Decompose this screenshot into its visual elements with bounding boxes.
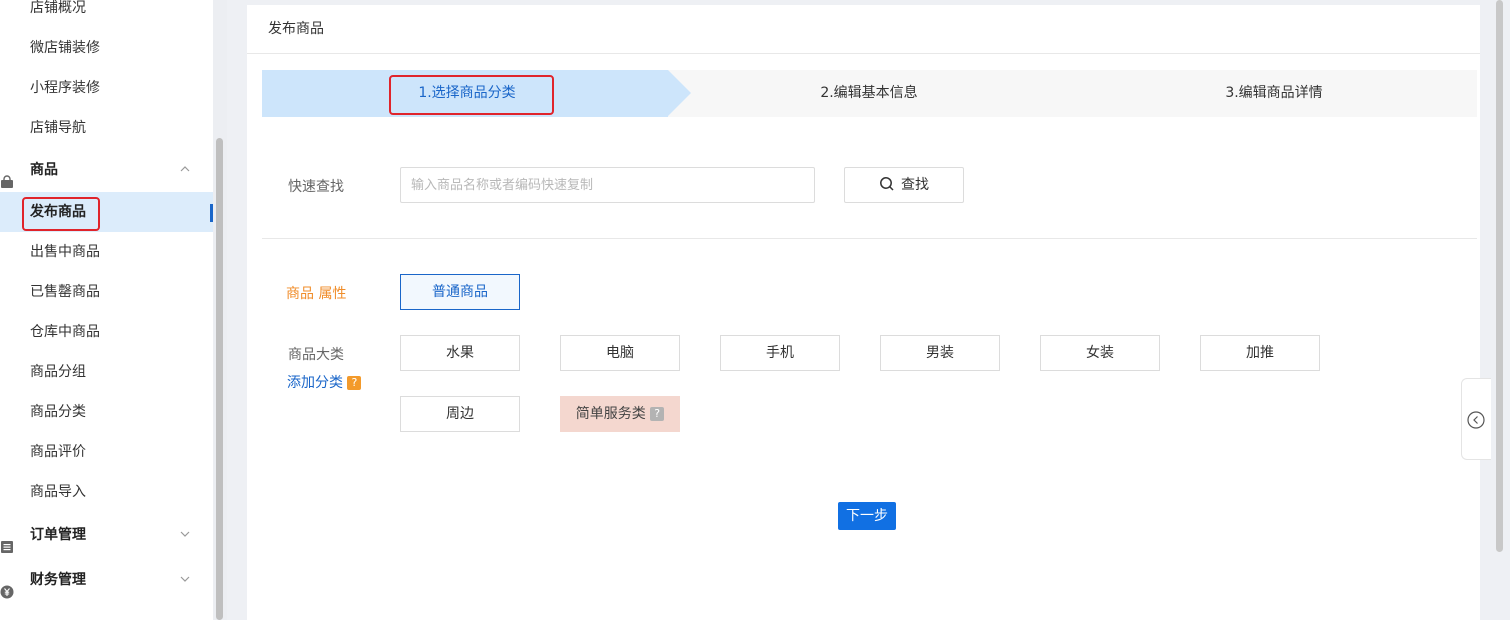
attribute-option-normal-goods[interactable]: 普通商品 bbox=[400, 274, 520, 310]
sidebar-item-goods-group[interactable]: 商品分组 bbox=[0, 352, 213, 392]
yuan-coin-icon bbox=[0, 573, 14, 599]
category-option-computer[interactable]: 电脑 bbox=[560, 335, 680, 371]
sidebar-item-miniapp-decor[interactable]: 小程序装修 bbox=[0, 68, 213, 108]
category-option-simple-service[interactable]: 简单服务类 ? bbox=[560, 396, 680, 432]
search-icon bbox=[880, 177, 894, 191]
main-scrollbar[interactable] bbox=[1496, 0, 1503, 552]
sidebar-group-label: 商品 bbox=[30, 162, 58, 178]
step-active-arrow bbox=[668, 70, 691, 116]
sidebar-item-shop-nav[interactable]: 店铺导航 bbox=[0, 108, 213, 148]
sidebar-group-label: 订单管理 bbox=[30, 527, 86, 543]
sidebar-item-shop-overview[interactable]: 店铺概况 bbox=[0, 0, 213, 28]
quick-search-label: 快速查找 bbox=[288, 179, 344, 195]
sidebar-group-finance[interactable]: 财务管理 bbox=[0, 558, 213, 602]
step-2: 2.编辑基本信息 bbox=[820, 85, 918, 101]
search-button-label: 查找 bbox=[901, 177, 929, 193]
sidebar-item-on-sale-goods[interactable]: 出售中商品 bbox=[0, 232, 213, 272]
list-icon bbox=[0, 528, 14, 553]
category-option-merch[interactable]: 周边 bbox=[400, 396, 520, 432]
sidebar: 店铺概况 微店铺装修 小程序装修 店铺导航 商品 发布商品 出售中商品 已售罄商… bbox=[0, 0, 213, 620]
section-divider bbox=[262, 238, 1477, 239]
chevron-down-icon[interactable] bbox=[179, 513, 191, 557]
sidebar-scrollbar[interactable] bbox=[216, 138, 223, 620]
chevron-up-icon[interactable] bbox=[179, 148, 191, 192]
chevron-left-circle-icon bbox=[1467, 411, 1485, 429]
sidebar-item-warehouse-goods[interactable]: 仓库中商品 bbox=[0, 312, 213, 352]
category-option-womenswear[interactable]: 女装 bbox=[1040, 335, 1160, 371]
sidebar-item-micro-shop-decor[interactable]: 微店铺装修 bbox=[0, 28, 213, 68]
highlight-box-sidebar bbox=[22, 197, 100, 231]
quick-search-input[interactable] bbox=[400, 167, 815, 203]
search-button[interactable]: 查找 bbox=[844, 167, 964, 203]
next-step-button[interactable]: 下一步 bbox=[838, 502, 896, 530]
chevron-down-icon[interactable] bbox=[179, 558, 191, 602]
category-option-phone[interactable]: 手机 bbox=[720, 335, 840, 371]
collapse-side-tab[interactable] bbox=[1461, 378, 1491, 460]
category-option-fruit[interactable]: 水果 bbox=[400, 335, 520, 371]
add-category-link[interactable]: 添加分类 ? bbox=[287, 372, 362, 392]
sidebar-group-label: 财务管理 bbox=[30, 572, 86, 588]
goods-category-label: 商品大类 bbox=[288, 347, 344, 363]
sidebar-item-goods-category[interactable]: 商品分类 bbox=[0, 392, 213, 432]
help-icon[interactable]: ? bbox=[650, 407, 665, 421]
page-title: 发布商品 bbox=[247, 5, 1480, 54]
add-category-label: 添加分类 bbox=[287, 375, 343, 391]
highlight-box-step bbox=[389, 75, 554, 115]
sidebar-group-goods[interactable]: 商品 bbox=[0, 148, 213, 192]
category-option-menswear[interactable]: 男装 bbox=[880, 335, 1000, 371]
sidebar-item-sold-out-goods[interactable]: 已售罄商品 bbox=[0, 272, 213, 312]
category-option-jiatui[interactable]: 加推 bbox=[1200, 335, 1320, 371]
goods-attribute-label: 商品 属性 bbox=[286, 286, 347, 302]
main-panel: 发布商品 1.选择商品分类 2.编辑基本信息 3.编辑商品详情 快速查找 查找 … bbox=[247, 5, 1480, 620]
simple-service-label: 简单服务类 bbox=[575, 406, 646, 422]
shopping-bag-icon bbox=[0, 163, 14, 188]
step-3: 3.编辑商品详情 bbox=[1225, 85, 1323, 101]
sidebar-item-goods-review[interactable]: 商品评价 bbox=[0, 432, 213, 472]
sidebar-group-orders[interactable]: 订单管理 bbox=[0, 513, 213, 557]
help-icon[interactable]: ? bbox=[347, 376, 362, 390]
sidebar-item-goods-import[interactable]: 商品导入 bbox=[0, 472, 213, 512]
